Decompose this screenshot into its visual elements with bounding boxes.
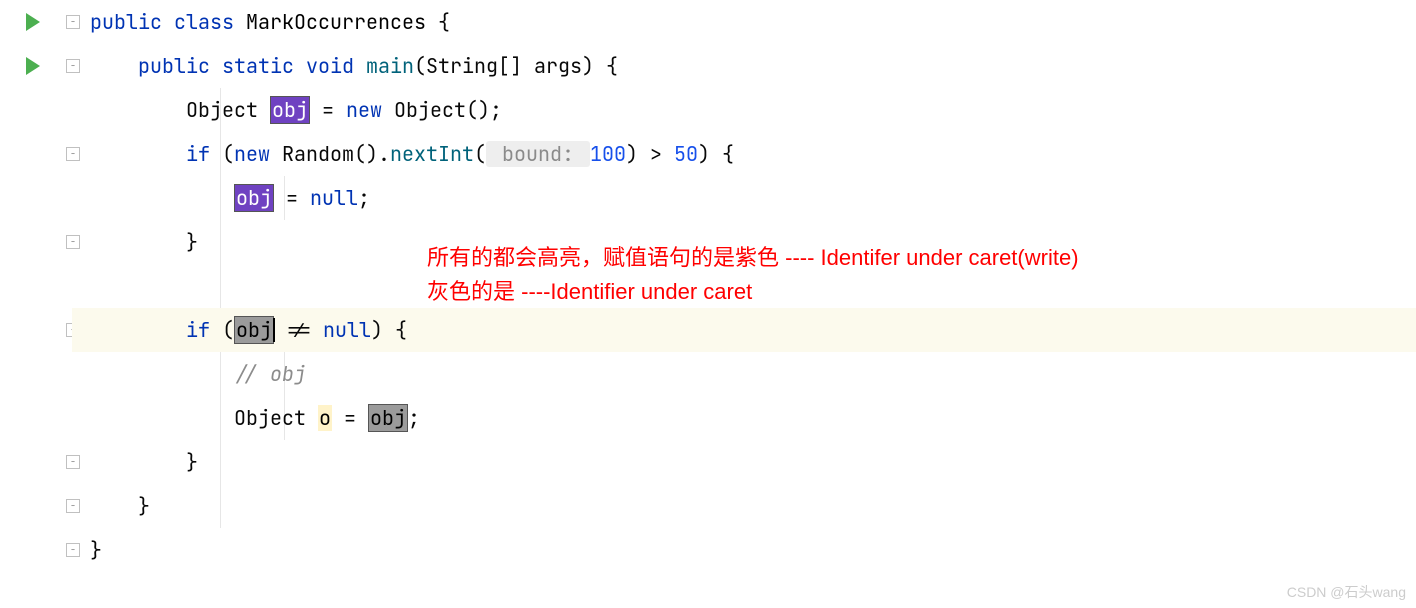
highlight-write: obj [234,184,274,212]
highlight-write: obj [270,96,310,124]
keyword: new [234,141,270,167]
code-line[interactable]: } [72,484,1416,528]
gutter-row[interactable]: − [0,440,72,484]
highlight-read: obj [368,404,408,432]
gutter-row[interactable] [0,264,72,308]
code-line[interactable]: public class MarkOccurrences { [72,0,1416,44]
run-icon[interactable] [26,13,40,31]
brace: } [186,229,198,255]
gutter-row[interactable] [0,396,72,440]
code-line[interactable]: obj = null; [72,176,1416,220]
parameter-hint: bound: [486,141,590,167]
code-line[interactable]: Object obj = new Object(); [72,88,1416,132]
comment: // obj [234,361,306,387]
params: (String[] args) { [414,53,618,79]
keyword: if [186,141,210,167]
code-line-current[interactable]: if (obj != null) { [72,308,1416,352]
annotation-text: 灰色的是 ----Identifier under caret [427,274,752,306]
code-line[interactable]: public static void main(String[] args) { [72,44,1416,88]
gutter-row[interactable]: − [0,0,72,44]
brace: { [426,9,450,35]
gutter-row[interactable]: − [0,308,72,352]
gutter-row[interactable] [0,176,72,220]
class-name: MarkOccurrences [246,9,426,35]
code-editor: − − − − − − − − pub [0,0,1416,608]
gutter-row[interactable]: − [0,132,72,176]
keyword: public [90,9,162,35]
run-icon[interactable] [26,57,40,75]
method-name: main [366,53,414,79]
highlight-warn: o [318,405,332,431]
code-line[interactable]: } [72,528,1416,572]
code-line[interactable]: } [72,440,1416,484]
keyword: new [346,97,382,123]
highlight-read: obj [234,316,274,344]
keyword: public [138,53,210,79]
brace: } [90,537,102,563]
type: Object [186,97,270,123]
keyword: static [222,53,294,79]
keyword: null [323,317,371,343]
gutter: − − − − − − − − [0,0,72,608]
code-line[interactable]: // obj [72,352,1416,396]
code-line[interactable]: if (new Random().nextInt( bound: 100) > … [72,132,1416,176]
brace: } [186,449,198,475]
gutter-row[interactable]: − [0,528,72,572]
type: Object [234,405,318,431]
gutter-row[interactable] [0,88,72,132]
annotation-text: 所有的都会高亮，赋值语句的是紫色 ---- Identifer under ca… [427,240,1079,272]
keyword: if [186,317,210,343]
number: 100 [590,141,626,167]
gutter-row[interactable]: − [0,484,72,528]
keyword: void [306,53,354,79]
keyword: null [310,185,358,211]
code-line[interactable]: Object o = obj; [72,396,1416,440]
keyword: class [174,9,234,35]
gutter-row[interactable] [0,352,72,396]
gutter-row[interactable]: − [0,44,72,88]
method-name: nextInt [390,141,474,167]
brace: } [138,493,150,519]
number: 50 [674,141,698,167]
code-area[interactable]: public class MarkOccurrences { public st… [72,0,1416,608]
watermark: CSDN @石头wang [1287,582,1406,602]
gutter-row[interactable]: − [0,220,72,264]
